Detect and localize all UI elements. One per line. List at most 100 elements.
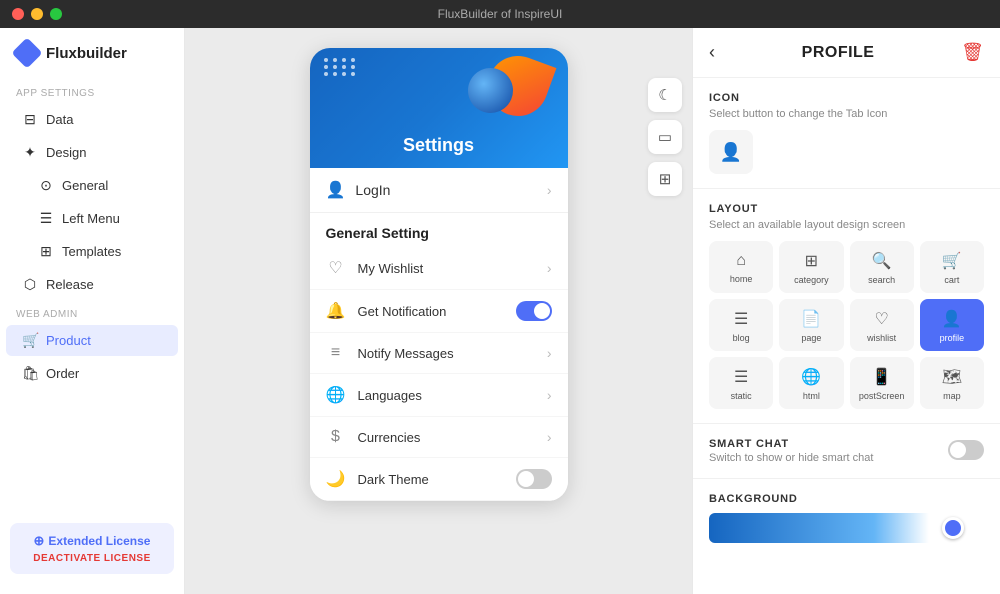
app-title: FluxBuilder of InspireUI xyxy=(438,7,563,21)
moon-button[interactable]: ☾ xyxy=(648,78,682,112)
menu-item-wishlist[interactable]: ♡ My Wishlist › xyxy=(310,247,568,290)
background-gradient-bar[interactable] xyxy=(709,513,984,543)
layout-grid: ⌂ home ⊞ category 🔍 search 🛒 cart ☰ xyxy=(709,241,984,409)
blue-sphere xyxy=(468,68,513,113)
sidebar: Fluxbuilder App Settings ⊟ Data ✦ Design… xyxy=(0,28,185,594)
notification-label: Get Notification xyxy=(358,304,447,319)
app-container: Fluxbuilder App Settings ⊟ Data ✦ Design… xyxy=(0,28,1000,594)
darktheme-toggle[interactable] xyxy=(516,469,552,489)
license-card: ⊕ Extended License DEACTIVATE LICENSE xyxy=(10,523,174,574)
smart-chat-toggle[interactable] xyxy=(948,440,984,460)
search-icon: 🔍 xyxy=(872,251,892,271)
logo-text: Fluxbuilder xyxy=(46,45,127,62)
background-title: BACKGROUND xyxy=(709,493,984,505)
layout-static[interactable]: ☰ static xyxy=(709,357,773,409)
header-dots xyxy=(324,58,357,76)
messages-label: Notify Messages xyxy=(358,346,454,361)
templates-icon: ⊞ xyxy=(38,243,54,260)
layout-blog[interactable]: ☰ blog xyxy=(709,299,773,351)
web-admin-label: Web Admin xyxy=(0,301,184,324)
layout-page[interactable]: 📄 page xyxy=(779,299,843,351)
menu-item-notification[interactable]: 🔔 Get Notification xyxy=(310,290,568,333)
languages-icon: 🌐 xyxy=(326,385,346,405)
logo-diamond xyxy=(11,37,42,68)
notification-icon: 🔔 xyxy=(326,301,346,321)
deactivate-license[interactable]: DEACTIVATE LICENSE xyxy=(22,553,162,564)
gradient-handle[interactable] xyxy=(942,517,964,539)
qr-button[interactable]: ⊞ xyxy=(648,162,682,196)
general-setting-title: General Setting xyxy=(310,213,568,247)
icon-section-title: ICON xyxy=(709,92,984,104)
layout-html[interactable]: 🌐 html xyxy=(779,357,843,409)
order-icon: 🛍 xyxy=(22,365,38,382)
phone-body: 👤 LogIn › General Setting ♡ My Wishlist … xyxy=(310,168,568,501)
sidebar-item-product[interactable]: 🛒 Product xyxy=(6,325,178,356)
preview-side-buttons: ☾ ▭ ⊞ xyxy=(648,78,682,196)
license-title[interactable]: ⊕ Extended License xyxy=(22,533,162,549)
languages-chevron-icon: › xyxy=(547,387,552,403)
sidebar-item-order-label: Order xyxy=(46,366,79,381)
minimize-button[interactable] xyxy=(31,8,43,20)
background-section: BACKGROUND xyxy=(693,479,1000,557)
layout-postscreen[interactable]: 📱 postScreen xyxy=(850,357,914,409)
moon-icon: ☾ xyxy=(658,86,671,104)
sidebar-item-order[interactable]: 🛍 Order xyxy=(6,358,178,389)
layout-category[interactable]: ⊞ category xyxy=(779,241,843,293)
layout-map[interactable]: 🗺 map xyxy=(920,357,984,409)
layout-section: LAYOUT Select an available layout design… xyxy=(693,189,1000,424)
wishlist-label: My Wishlist xyxy=(358,261,424,276)
html-icon: 🌐 xyxy=(801,367,821,387)
right-panel-header: ‹ PROFILE 🗑 xyxy=(693,28,1000,78)
layout-section-title: LAYOUT xyxy=(709,203,984,215)
profile-icon: 👤 xyxy=(942,309,962,329)
sidebar-item-data[interactable]: ⊟ Data xyxy=(6,104,178,135)
smart-chat-title: SMART CHAT xyxy=(709,438,873,450)
sidebar-item-design-label: Design xyxy=(46,145,86,160)
layout-section-desc: Select an available layout design screen xyxy=(709,219,984,231)
sidebar-item-release[interactable]: ⬡ Release xyxy=(6,269,178,300)
layout-profile[interactable]: 👤 profile xyxy=(920,299,984,351)
sidebar-item-templates[interactable]: ⊞ Templates xyxy=(6,236,178,267)
static-icon: ☰ xyxy=(734,367,748,387)
right-panel: ‹ PROFILE 🗑 ICON Select button to change… xyxy=(692,28,1000,594)
menu-item-messages[interactable]: ≡ Notify Messages › xyxy=(310,333,568,374)
login-row[interactable]: 👤 LogIn › xyxy=(310,168,568,213)
home-icon: ⌂ xyxy=(736,252,746,270)
window-controls xyxy=(12,8,62,20)
sidebar-item-product-label: Product xyxy=(46,333,91,348)
menu-item-languages[interactable]: 🌐 Languages › xyxy=(310,374,568,417)
layout-cart[interactable]: 🛒 cart xyxy=(920,241,984,293)
currencies-icon: $ xyxy=(326,428,346,446)
sidebar-item-templates-label: Templates xyxy=(62,244,121,259)
person-icon: 👤 xyxy=(720,142,742,163)
cart-icon: 🛒 xyxy=(942,251,962,271)
layout-wishlist[interactable]: ♡ wishlist xyxy=(850,299,914,351)
layout-home[interactable]: ⌂ home xyxy=(709,241,773,293)
smart-chat-desc: Switch to show or hide smart chat xyxy=(709,452,873,464)
menu-item-currencies[interactable]: $ Currencies › xyxy=(310,417,568,458)
wishlist-layout-icon: ♡ xyxy=(874,309,888,329)
monitor-button[interactable]: ▭ xyxy=(648,120,682,154)
category-icon: ⊞ xyxy=(805,251,818,271)
general-icon: ⊙ xyxy=(38,177,54,194)
menu-item-darktheme[interactable]: 🌙 Dark Theme xyxy=(310,458,568,501)
page-icon: 📄 xyxy=(801,309,821,329)
messages-icon: ≡ xyxy=(326,344,346,362)
currencies-chevron-icon: › xyxy=(547,429,552,445)
darktheme-icon: 🌙 xyxy=(326,469,346,489)
layout-search[interactable]: 🔍 search xyxy=(850,241,914,293)
maximize-button[interactable] xyxy=(50,8,62,20)
delete-button[interactable]: 🗑 xyxy=(961,42,984,63)
close-button[interactable] xyxy=(12,8,24,20)
sidebar-item-general[interactable]: ⊙ General xyxy=(6,170,178,201)
back-button[interactable]: ‹ xyxy=(709,42,715,63)
icon-section-desc: Select button to change the Tab Icon xyxy=(709,108,984,120)
sidebar-item-design[interactable]: ✦ Design xyxy=(6,137,178,168)
center-area: Settings 👤 LogIn › General Setting ♡ My xyxy=(185,28,692,594)
icon-selector[interactable]: 👤 xyxy=(709,130,753,174)
leftmenu-icon: ☰ xyxy=(38,210,54,227)
notification-toggle[interactable] xyxy=(516,301,552,321)
sidebar-item-leftmenu[interactable]: ☰ Left Menu xyxy=(6,203,178,234)
sidebar-item-data-label: Data xyxy=(46,112,73,127)
wishlist-icon: ♡ xyxy=(326,258,346,278)
